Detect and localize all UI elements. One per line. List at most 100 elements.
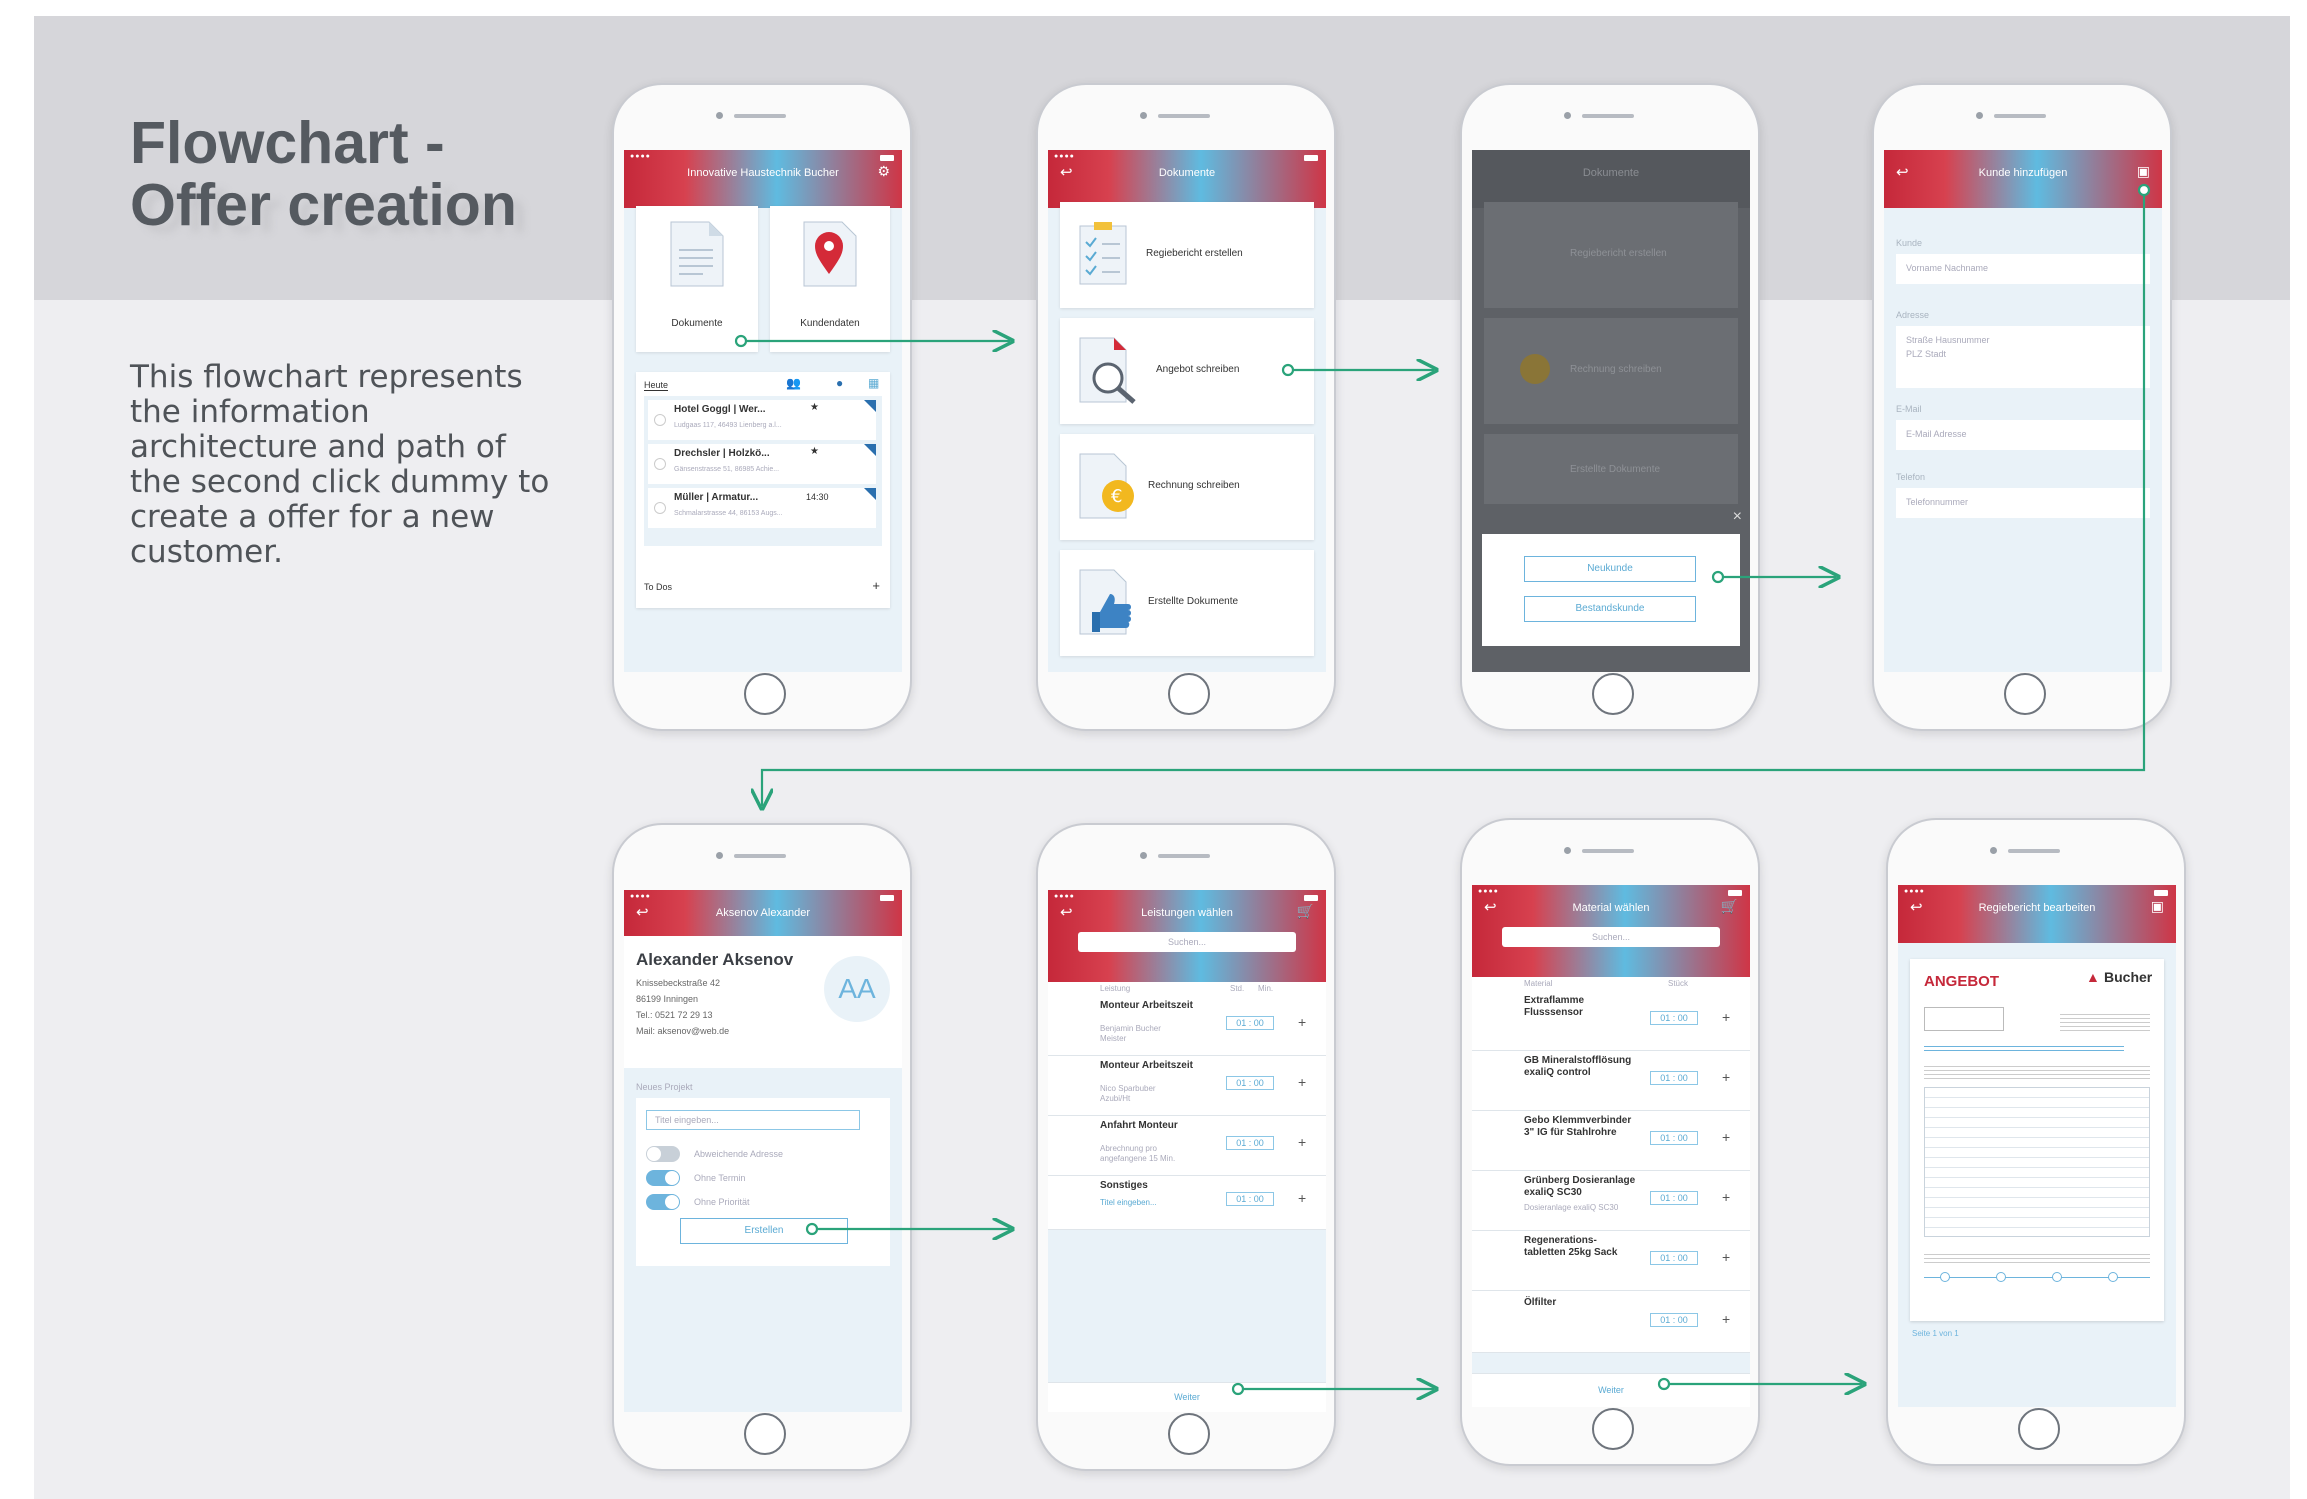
home-button[interactable] <box>744 1413 786 1455</box>
person-icon[interactable]: ● <box>836 376 843 390</box>
menu-regiebericht[interactable]: Regiebericht erstellen <box>1060 202 1314 308</box>
add-button[interactable]: + <box>1722 1311 1730 1327</box>
add-button[interactable]: + <box>1298 1134 1306 1150</box>
service-row[interactable]: Anfahrt Monteur Abrechnung pro angefange… <box>1048 1116 1326 1176</box>
email-input[interactable]: E-Mail Adresse <box>1896 420 2150 450</box>
offer-document-preview[interactable]: ANGEBOT ▲ Bucher <box>1910 959 2164 1321</box>
quantity-stepper[interactable]: 01 : 00 <box>1650 1131 1698 1145</box>
quantity-stepper[interactable]: 01 : 00 <box>1650 1071 1698 1085</box>
toggle-no-appointment[interactable] <box>646 1170 680 1186</box>
add-button[interactable]: + <box>1722 1189 1730 1205</box>
home-button[interactable] <box>1592 1408 1634 1450</box>
material-row[interactable]: GB Mineralstofflösung exaliQ control 01 :… <box>1472 1051 1750 1111</box>
project-title-input[interactable]: Titel eingeben... <box>646 1110 860 1130</box>
create-button[interactable]: Erstellen <box>680 1218 848 1244</box>
home-button[interactable] <box>1592 673 1634 715</box>
next-button[interactable]: Weiter <box>1048 1392 1326 1402</box>
add-todo-button[interactable]: + <box>872 578 880 593</box>
duration-stepper[interactable]: 01 : 00 <box>1226 1016 1274 1030</box>
star-icon[interactable]: ★ <box>810 446 819 457</box>
todos-label: To Dos <box>644 582 673 592</box>
material-row[interactable]: Regenerations-tabletten 25kg Sack 01 : 0… <box>1472 1231 1750 1291</box>
cart-icon[interactable]: 🛒 <box>1721 898 1738 915</box>
check-circle-icon[interactable] <box>654 502 666 514</box>
home-button[interactable] <box>1168 1413 1210 1455</box>
add-button[interactable]: + <box>1298 1190 1306 1206</box>
duration-stepper[interactable]: 01 : 00 <box>1226 1192 1274 1206</box>
menu-label: Regiebericht erstellen <box>1146 248 1243 259</box>
qty-value-b: 00 <box>1677 1253 1688 1263</box>
tile-customer-data[interactable]: Kundendaten <box>770 206 890 352</box>
search-input[interactable]: Suchen... <box>1502 927 1720 947</box>
home-button[interactable] <box>2004 673 2046 715</box>
new-customer-button[interactable]: Neukunde <box>1524 556 1696 582</box>
duration-stepper[interactable]: 01 : 00 <box>1226 1136 1274 1150</box>
group-icon[interactable]: 👥 <box>786 376 801 390</box>
menu-created-documents[interactable]: Erstellte Dokumente <box>1060 550 1314 656</box>
description: This flowchart represents the informatio… <box>130 359 550 570</box>
calendar-icon[interactable]: ▦ <box>868 376 879 390</box>
close-icon[interactable]: × <box>1733 508 1742 526</box>
quantity-stepper[interactable]: 01 : 00 <box>1650 1313 1698 1327</box>
page-indicator: Seite 1 von 1 <box>1912 1329 1959 1338</box>
offer-title: ANGEBOT <box>1924 973 1999 990</box>
appointment-item[interactable]: Hotel Goggl | Wer... ★ Ludgaas 117, 4649… <box>648 400 876 440</box>
check-circle-icon[interactable] <box>654 458 666 470</box>
add-button[interactable]: + <box>1722 1249 1730 1265</box>
save-icon[interactable]: ▣ <box>2137 163 2150 180</box>
menu-angebot[interactable]: Angebot schreiben <box>1060 318 1314 424</box>
screen-customer-detail: ●●●● ↩ Aksenov Alexander Alexander Aksen… <box>624 890 902 1412</box>
phone-input[interactable]: Telefonnummer <box>1896 488 2150 518</box>
tab-today[interactable]: Heute <box>644 380 669 391</box>
appointment-item[interactable]: Müller | Armatur... 14:30 Schmalarstrass… <box>648 488 876 528</box>
app-title: Aksenov Alexander <box>715 907 811 919</box>
col-quantity: Stück <box>1668 979 1689 988</box>
existing-customer-button[interactable]: Bestandskunde <box>1524 596 1696 622</box>
material-row[interactable]: Ölfilter 01 : 00 + <box>1472 1291 1750 1353</box>
home-button[interactable] <box>1168 673 1210 715</box>
minutes-value: 00 <box>1253 1138 1264 1148</box>
quantity-stepper[interactable]: 01 : 00 <box>1650 1251 1698 1265</box>
table-header: Leistung Std. Min. <box>1048 982 1326 996</box>
tile-documents[interactable]: Dokumente <box>636 206 758 352</box>
battery-icon <box>2154 890 2168 896</box>
save-icon[interactable]: ▣ <box>2151 898 2164 915</box>
add-button[interactable]: + <box>1722 1009 1730 1025</box>
material-row[interactable]: Gebo Klemmverbinder 3" IG für Stahlrohre … <box>1472 1111 1750 1171</box>
material-row[interactable]: Grünberg Dosieranlage exaliQ SC30 Dosiera… <box>1472 1171 1750 1231</box>
appointment-item[interactable]: Drechsler | Holzkö... ★ Gänsenstrasse 51… <box>648 444 876 484</box>
check-circle-icon[interactable] <box>654 414 666 426</box>
quantity-stepper[interactable]: 01 : 00 <box>1650 1191 1698 1205</box>
other-title-input[interactable]: Titel eingeben... <box>1100 1198 1157 1207</box>
next-button[interactable]: Weiter <box>1472 1385 1750 1395</box>
material-name: Ölfilter <box>1524 1297 1557 1308</box>
speaker <box>2008 849 2060 853</box>
search-input[interactable]: Suchen... <box>1078 932 1296 952</box>
toggle-different-address[interactable] <box>646 1146 680 1162</box>
gear-icon[interactable]: ⚙ <box>877 163 890 180</box>
address-input[interactable]: Straße Hausnummer PLZ Stadt <box>1896 326 2150 388</box>
home-button[interactable] <box>744 673 786 715</box>
quantity-stepper[interactable]: 01 : 00 <box>1650 1011 1698 1025</box>
menu-rechnung[interactable]: € Rechnung schreiben <box>1060 434 1314 540</box>
add-button[interactable]: + <box>1722 1129 1730 1145</box>
star-icon[interactable]: ★ <box>810 402 819 413</box>
service-row[interactable]: Monteur Arbeitszeit Benjamin Bucher Meis… <box>1048 996 1326 1056</box>
home-button[interactable] <box>2018 1408 2060 1450</box>
service-row[interactable]: Monteur Arbeitszeit Nico Sparbuber Azubi… <box>1048 1056 1326 1116</box>
service-row[interactable]: Sonstiges Titel eingeben... 01 : 00 + <box>1048 1176 1326 1230</box>
add-button[interactable]: + <box>1722 1069 1730 1085</box>
tile-documents-label: Dokumente <box>671 318 723 329</box>
field-label-email: E-Mail <box>1896 404 1922 414</box>
add-button[interactable]: + <box>1298 1074 1306 1090</box>
priority-flag-icon <box>864 400 876 412</box>
material-row[interactable]: Extraflamme Flusssensor 01 : 00 + <box>1472 991 1750 1051</box>
cart-icon[interactable]: 🛒 <box>1297 903 1314 920</box>
euro-icon <box>1520 354 1550 384</box>
col-service: Leistung <box>1100 984 1131 993</box>
toggle-label: Ohne Priorität <box>694 1197 750 1207</box>
customer-name-input[interactable]: Vorname Nachname <box>1896 254 2150 284</box>
duration-stepper[interactable]: 01 : 00 <box>1226 1076 1274 1090</box>
toggle-no-priority[interactable] <box>646 1194 680 1210</box>
add-button[interactable]: + <box>1298 1014 1306 1030</box>
